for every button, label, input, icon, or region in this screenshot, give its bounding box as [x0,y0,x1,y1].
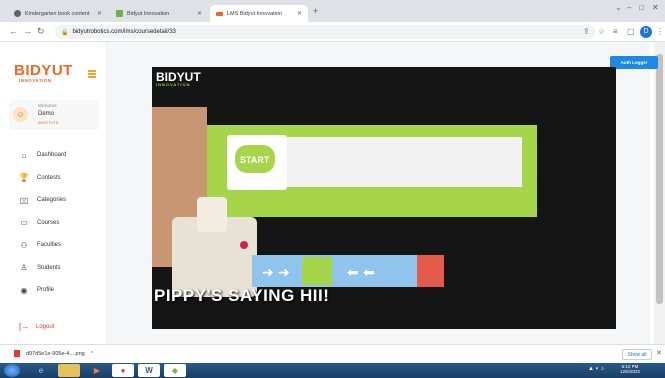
chrome-icon[interactable]: ● [112,364,134,377]
download-item[interactable]: d97d5e1e-905e-4....png ^ [14,350,93,357]
svg-text:START: START [240,155,270,165]
app-icon[interactable]: ◆ [164,364,186,377]
close-icon[interactable]: ✕ [297,10,302,17]
start-button-icon[interactable] [4,364,20,377]
reload-icon[interactable]: ↻ [37,26,45,37]
sidebar-item-label: Dashboard [37,152,67,159]
welcome-text: Welcome [38,103,57,108]
sidepanel-icon[interactable]: ▢ [627,27,635,36]
sidebar-item-label: Categories [37,197,67,204]
close-icon[interactable]: ✕ [97,10,102,17]
sidebar: BIDYUT INNOVATION ☺ Welcome Demo INSTITU… [0,42,107,344]
avatar: ☺ [13,107,28,122]
video-logo-sub: INNOVATION [156,82,191,87]
tab-favicon-icon [116,10,123,17]
scrollbar[interactable] [654,42,665,344]
video-caption: PIPPY'S SAYING HII! [154,286,330,305]
tab-bidyut-innovation[interactable]: Bidyut Innovation ✕ [110,5,208,22]
users-icon: ⚇ [20,240,28,250]
star-icon[interactable]: ☆ [598,27,605,36]
hamburger-menu-icon[interactable] [88,70,96,79]
system-tray-icons[interactable]: ▲ ◐ ♪ [588,366,604,372]
os-taskbar: e ▶ ● W ◆ ▲ ◐ ♪ 5:12 PM 12/6/2022 [0,363,665,378]
back-icon[interactable]: ← [9,26,18,36]
media-player-icon[interactable]: ▶ [86,364,108,377]
browser-tab-bar: Kindergarten book content ✕ Bidyut Innov… [0,0,665,22]
close-icon[interactable]: ✕ [656,349,662,357]
tab-lms[interactable]: LMS Bidyut Innovation ✕ [210,5,308,22]
menu-icon[interactable]: ⋮ [656,27,664,36]
close-window-icon[interactable]: ✕ [652,3,659,12]
monitor-icon: ▭ [20,218,28,228]
logo-text: BIDYUT [14,62,73,79]
lock-icon: 🔒 [61,29,69,36]
sidebar-item-profile[interactable]: ◉ Profile [0,279,107,302]
sidebar-item-label: Students [37,264,61,271]
tab-favicon-icon [14,10,21,17]
sidebar-item-contests[interactable]: 🏆 Contests [0,167,107,190]
word-icon[interactable]: W [138,364,160,377]
user-card: ☺ Welcome Demo INSTITUTE [9,100,99,130]
sidebar-item-label: Faculties [37,242,62,249]
book-icon: ▯▯ [19,195,29,205]
home-icon: ⌂ [21,150,27,160]
new-tab-button[interactable]: + [313,6,318,16]
url-text: bidyutrobotics.com/lms/coursedetail/33 [72,29,176,35]
forward-icon[interactable]: → [23,26,32,36]
svg-text:➜ ➜: ➜ ➜ [262,265,290,281]
profile-avatar-icon[interactable]: D [640,26,652,38]
profile-icon: ◉ [20,285,28,295]
clock-date: 12/6/2022 [620,369,641,374]
maximize-icon[interactable]: □ [639,3,644,12]
download-filename: d97d5e1e-905e-4....png [26,350,85,357]
svg-text:⬅ ⬅: ⬅ ⬅ [347,265,375,281]
chevron-up-icon[interactable]: ^ [91,351,94,357]
sidebar-item-students[interactable]: ♙ Students [0,257,107,280]
url-input[interactable]: 🔒 bidyutrobotics.com/lms/coursedetail/33 [55,25,595,39]
auth-logger-label: Auth Logger [620,60,648,65]
folder-icon[interactable] [58,364,80,377]
user-role: INSTITUTE [38,120,59,125]
sidebar-item-courses[interactable]: ▭ Courses [0,212,107,235]
address-bar: ← → ↻ 🔒 bidyutrobotics.com/lms/coursedet… [0,22,665,42]
extensions-icon[interactable]: ≡ [613,27,618,36]
logout-label: Logout [36,323,55,330]
logout-icon: [→ [19,322,30,331]
sidebar-item-label: Contests [37,174,61,181]
tab-kindergarten[interactable]: Kindergarten book content ✕ [8,5,108,22]
trophy-icon: 🏆 [19,173,29,183]
sidebar-item-label: Profile [37,287,55,294]
tab-title: Bidyut Innovation [127,10,170,17]
minimize-icon[interactable]: – [627,3,631,12]
share-icon[interactable]: ⇪ [583,27,590,36]
sidebar-item-label: Courses [37,219,60,226]
sidebar-item-categories[interactable]: ▯▯ Categories [0,189,107,212]
chevron-down-icon[interactable]: ⌄ [615,3,622,12]
tab-title: Kindergarten book content [25,10,90,17]
auth-logger-button[interactable]: Auth Logger [610,56,658,69]
user-name: Demo [38,111,55,117]
taskbar-clock[interactable]: 5:12 PM 12/6/2022 [620,364,640,374]
tab-favicon-icon [216,11,223,16]
user-icon: ♙ [20,263,28,273]
file-icon [14,350,20,357]
logout-button[interactable]: [→ Logout [19,322,54,331]
downloads-bar: d97d5e1e-905e-4....png ^ Show all ✕ [0,344,665,363]
sidebar-nav: ⌂ Dashboard 🏆 Contests ▯▯ Categories ▭ C… [0,144,107,302]
brand-logo[interactable]: BIDYUT INNOVATION [14,63,74,85]
tab-title: LMS Bidyut Innovation [227,10,283,17]
show-all-button[interactable]: Show all [622,349,652,360]
close-icon[interactable]: ✕ [197,10,202,17]
sidebar-item-faculties[interactable]: ⚇ Faculties [0,234,107,257]
sidebar-item-dashboard[interactable]: ⌂ Dashboard [0,144,107,167]
video-player[interactable]: START ➜ ➜ ⬅ ⬅ BIDYUT INNOVATION PIPPY'S … [152,67,616,329]
ie-icon[interactable]: e [30,364,52,377]
show-all-label: Show all [627,352,647,358]
